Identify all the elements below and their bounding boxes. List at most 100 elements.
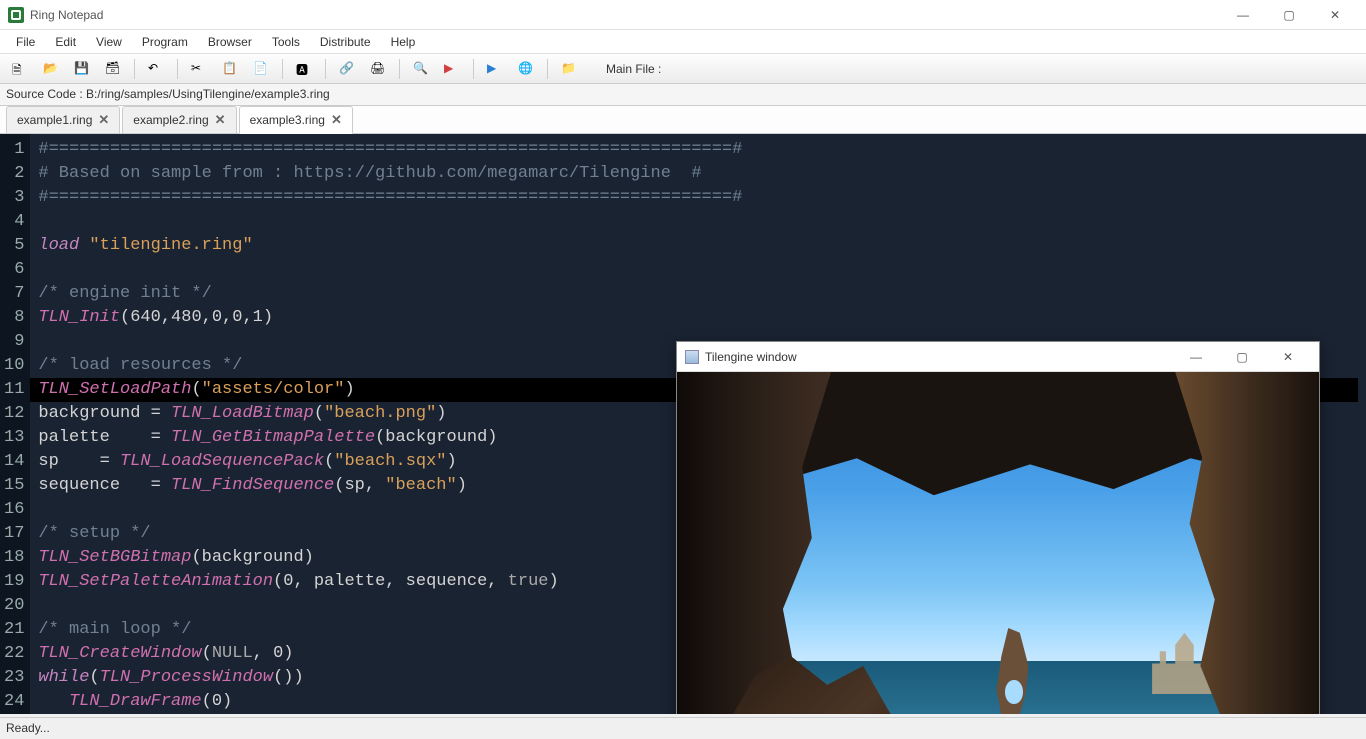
status-bar: Ready... xyxy=(0,717,1366,739)
copy-icon: 📋 xyxy=(222,61,238,77)
tab-bar: example1.ring✕example2.ring✕example3.rin… xyxy=(0,106,1366,134)
line-number: 14 xyxy=(4,450,24,474)
run-debug-button[interactable]: ▶ xyxy=(438,57,466,81)
web-button[interactable]: 🌐 xyxy=(512,57,540,81)
code-line[interactable]: # Based on sample from : https://github.… xyxy=(38,162,1358,186)
code-line[interactable]: load "tilengine.ring" xyxy=(38,234,1358,258)
line-number: 3 xyxy=(4,186,24,210)
line-number: 9 xyxy=(4,330,24,354)
beach-scene xyxy=(677,372,1319,714)
code-line[interactable]: /* engine init */ xyxy=(38,282,1358,306)
line-number: 7 xyxy=(4,282,24,306)
copy-button[interactable]: 📋 xyxy=(216,57,244,81)
line-number: 13 xyxy=(4,426,24,450)
menu-file[interactable]: File xyxy=(6,32,45,52)
close-button[interactable]: ✕ xyxy=(1312,0,1358,30)
line-number: 22 xyxy=(4,642,24,666)
browse-button[interactable]: 📁 xyxy=(555,57,583,81)
link-icon: 🔗 xyxy=(339,61,355,77)
main-file-label: Main File : xyxy=(606,62,661,76)
source-path-bar: Source Code : B:/ring/samples/UsingTilen… xyxy=(0,84,1366,106)
titlebar: Ring Notepad — ▢ ✕ xyxy=(0,0,1366,30)
new-button[interactable]: 🗎 xyxy=(6,57,34,81)
print-icon: 🖨 xyxy=(370,61,386,77)
tab-example3-ring[interactable]: example3.ring ✕ xyxy=(239,106,353,134)
web-icon: 🌐 xyxy=(518,61,534,77)
font-button[interactable]: 🅰 xyxy=(290,57,318,81)
menu-browser[interactable]: Browser xyxy=(198,32,262,52)
line-number: 21 xyxy=(4,618,24,642)
window-title: Ring Notepad xyxy=(30,8,1220,22)
app-icon xyxy=(8,7,24,23)
save-button[interactable]: 💾 xyxy=(68,57,96,81)
undo-button[interactable]: ↶ xyxy=(142,57,170,81)
minimize-button[interactable]: — xyxy=(1220,0,1266,30)
line-number: 15 xyxy=(4,474,24,498)
menu-edit[interactable]: Edit xyxy=(45,32,86,52)
menu-view[interactable]: View xyxy=(86,32,132,52)
line-number: 11 xyxy=(4,378,24,402)
line-number: 5 xyxy=(4,234,24,258)
open-button[interactable]: 📂 xyxy=(37,57,65,81)
tab-example2-ring[interactable]: example2.ring ✕ xyxy=(122,106,236,133)
tab-label: example2.ring xyxy=(133,113,208,127)
cut-icon: ✂ xyxy=(191,61,207,77)
link-button[interactable]: 🔗 xyxy=(333,57,361,81)
tilengine-canvas xyxy=(677,372,1319,714)
font-icon: 🅰 xyxy=(296,61,312,77)
paste-icon: 📄 xyxy=(253,61,269,77)
editor-area: 123456789101112131415161718192021222324 … xyxy=(0,134,1366,714)
run-debug-icon: ▶ xyxy=(444,61,460,77)
tilengine-app-icon xyxy=(685,350,699,364)
tilengine-maximize-button[interactable]: ▢ xyxy=(1219,342,1265,372)
code-line[interactable] xyxy=(38,258,1358,282)
tab-example1-ring[interactable]: example1.ring ✕ xyxy=(6,106,120,133)
tilengine-window[interactable]: Tilengine window — ▢ ✕ xyxy=(676,341,1320,714)
tilengine-close-button[interactable]: ✕ xyxy=(1265,342,1311,372)
print-button[interactable]: 🖨 xyxy=(364,57,392,81)
line-number: 19 xyxy=(4,570,24,594)
tab-label: example1.ring xyxy=(17,113,92,127)
code-line[interactable] xyxy=(38,210,1358,234)
menu-help[interactable]: Help xyxy=(381,32,426,52)
code-line[interactable]: #=======================================… xyxy=(38,138,1358,162)
save-icon: 💾 xyxy=(74,61,90,77)
tab-close-icon[interactable]: ✕ xyxy=(215,112,226,128)
line-number: 18 xyxy=(4,546,24,570)
tab-label: example3.ring xyxy=(250,113,325,127)
tab-close-icon[interactable]: ✕ xyxy=(331,112,342,128)
line-number: 24 xyxy=(4,690,24,714)
menu-tools[interactable]: Tools xyxy=(262,32,310,52)
line-number: 1 xyxy=(4,138,24,162)
line-number: 23 xyxy=(4,666,24,690)
line-number-gutter: 123456789101112131415161718192021222324 xyxy=(0,134,30,714)
maximize-button[interactable]: ▢ xyxy=(1266,0,1312,30)
tab-close-icon[interactable]: ✕ xyxy=(98,112,109,128)
tilengine-minimize-button[interactable]: — xyxy=(1173,342,1219,372)
menu-distribute[interactable]: Distribute xyxy=(310,32,381,52)
line-number: 20 xyxy=(4,594,24,618)
save-all-icon: 🗃 xyxy=(105,61,121,77)
toolbar: 🗎 📂 💾 🗃 ↶ ✂ 📋 📄 🅰 🔗 🖨 🔍 ▶ ▶ 🌐 📁 Main File : xyxy=(0,54,1366,84)
save-all-button[interactable]: 🗃 xyxy=(99,57,127,81)
menu-program[interactable]: Program xyxy=(132,32,198,52)
new-icon: 🗎 xyxy=(12,61,28,77)
tilengine-titlebar[interactable]: Tilengine window — ▢ ✕ xyxy=(677,342,1319,372)
browse-icon: 📁 xyxy=(561,61,577,77)
line-number: 2 xyxy=(4,162,24,186)
line-number: 10 xyxy=(4,354,24,378)
search-button[interactable]: 🔍 xyxy=(407,57,435,81)
window-controls: — ▢ ✕ xyxy=(1220,0,1358,30)
line-number: 12 xyxy=(4,402,24,426)
menubar: FileEditViewProgramBrowserToolsDistribut… xyxy=(0,30,1366,54)
code-line[interactable]: #=======================================… xyxy=(38,186,1358,210)
paste-button[interactable]: 📄 xyxy=(247,57,275,81)
search-icon: 🔍 xyxy=(413,61,429,77)
cut-button[interactable]: ✂ xyxy=(185,57,213,81)
line-number: 17 xyxy=(4,522,24,546)
run-button[interactable]: ▶ xyxy=(481,57,509,81)
line-number: 16 xyxy=(4,498,24,522)
undo-icon: ↶ xyxy=(148,61,164,77)
run-icon: ▶ xyxy=(487,61,503,77)
code-line[interactable]: TLN_Init(640,480,0,0,1) xyxy=(38,306,1358,330)
